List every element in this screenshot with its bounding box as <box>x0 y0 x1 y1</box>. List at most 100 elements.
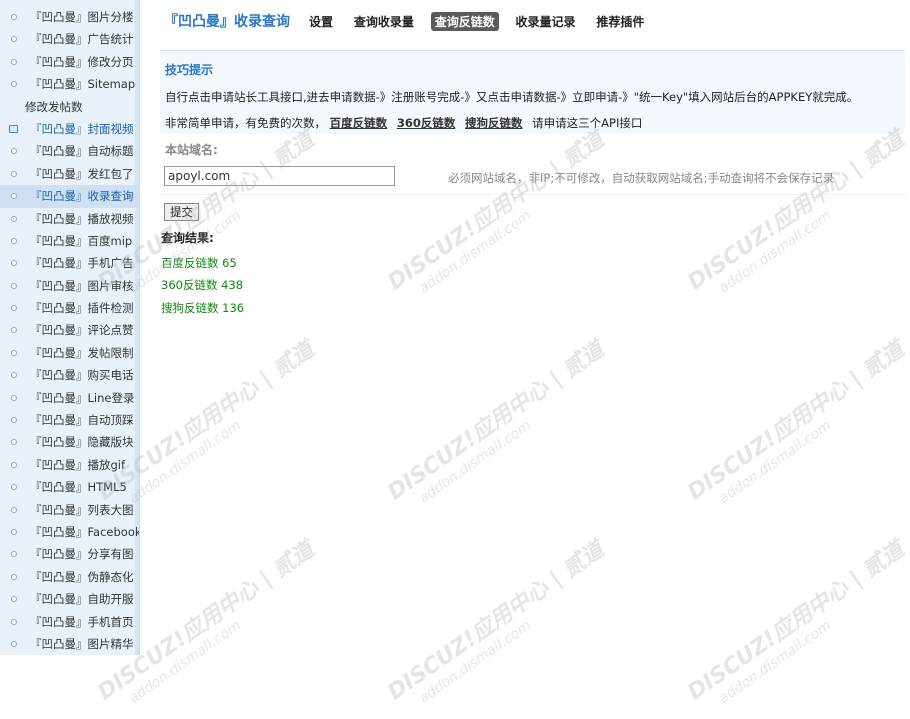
sidebar-item[interactable]: 『凹凸曼』封面视频 <box>0 118 139 140</box>
tab-settings[interactable]: 设置 <box>305 12 337 31</box>
bullet-icon <box>11 170 17 177</box>
sidebar-item[interactable]: 『凹凸曼』播放gif <box>0 454 139 476</box>
bullet-icon <box>11 260 17 267</box>
watermark-url: addon.dismall.com <box>716 417 835 507</box>
sidebar-item-label: 『凹凸曼』自动标题 <box>30 144 134 159</box>
sidebar-item[interactable]: 『凹凸曼』收录查询 <box>0 185 139 208</box>
bullet-icon <box>11 14 17 20</box>
tab-bar: 设置 查询收录量 查询反链数 收录量记录 推荐插件 <box>305 12 657 31</box>
sidebar-item[interactable]: 『凹凸曼』播放视频 <box>0 208 139 230</box>
sidebar-item-label: 『凹凸曼』手机广告 <box>30 256 134 271</box>
page-title: 『凹凸曼』收录查询 <box>164 14 290 30</box>
sidebar-item[interactable]: 『凹凸曼』Sitemap <box>0 73 139 95</box>
tab-query-backlinks[interactable]: 查询反链数 <box>430 12 499 31</box>
watermark-brand: DISCUZ!应用中心 | 贰道 <box>683 537 909 706</box>
tips-api-suffix: 请申请这三个API接口 <box>532 116 643 130</box>
tips-api-line: 非常简单申请，有免费的次数， 百度反链数 360反链数 搜狗反链数 请申请这三个… <box>165 115 642 131</box>
watermark: DISCUZ!应用中心 | 贰道 addon.dismall.com <box>680 122 910 309</box>
bullet-icon <box>11 193 17 200</box>
sidebar-item[interactable]: 『凹凸曼』评论点赞 <box>0 319 139 341</box>
sidebar-item[interactable]: 『凹凸曼』伪静态化 <box>0 566 139 588</box>
sidebar-item-label: 『凹凸曼』隐藏版块 <box>30 435 134 450</box>
sidebar-item-label: 『凹凸曼』收录查询 <box>30 189 134 204</box>
sidebar-item[interactable]: 『凹凸曼』手机首页 <box>0 611 139 633</box>
bullet-icon <box>11 327 17 334</box>
sidebar-item[interactable]: 『凹凸曼』隐藏版块 <box>0 431 139 453</box>
sidebar-item[interactable]: 『凹凸曼』Line登录 <box>0 387 139 409</box>
link-360-backlinks[interactable]: 360反链数 <box>397 116 456 130</box>
sidebar-item-label: 『凹凸曼』HTML5 <box>30 480 127 495</box>
sidebar-item-label: 『凹凸曼』广告统计 <box>30 32 134 47</box>
sidebar-item[interactable]: 『凹凸曼』手机广告 <box>0 252 139 274</box>
bullet-icon <box>11 81 17 88</box>
sidebar-item[interactable]: 『凹凸曼』图片分楼 <box>0 6 139 28</box>
sidebar-item-label: 『凹凸曼』Sitemap <box>30 77 136 92</box>
bullet-icon <box>11 349 17 356</box>
watermark-url: addon.dismall.com <box>126 617 245 707</box>
sidebar-item-label: 『凹凸曼』列表大图 <box>30 502 134 517</box>
watermark-brand: DISCUZ!应用中心 | 贰道 <box>383 537 609 706</box>
sidebar-item[interactable]: 『凹凸曼』Facebook <box>0 521 139 543</box>
sidebar-item-label: 『凹凸曼』图片审核 <box>30 278 134 293</box>
sidebar-item[interactable]: 『凹凸曼』图片精华 <box>0 633 139 655</box>
submit-button[interactable]: 提交 <box>164 203 199 221</box>
watermark: DISCUZ!应用中心 | 贰道 addon.dismall.com <box>380 332 619 519</box>
sidebar-item[interactable]: 『凹凸曼』发帖限制 <box>0 342 139 364</box>
watermark-url: addon.dismall.com <box>716 617 835 707</box>
bullet-icon <box>11 372 17 379</box>
watermark-url: addon.dismall.com <box>126 417 245 507</box>
sidebar-item[interactable]: 『凹凸曼』百度mip <box>0 230 139 252</box>
sidebar-item[interactable]: 『凹凸曼』图片审核 <box>0 275 139 297</box>
tab-index-records[interactable]: 收录量记录 <box>512 12 580 31</box>
watermark: DISCUZ!应用中心 | 贰道 addon.dismall.com <box>380 122 619 309</box>
sidebar-item[interactable]: 『凹凸曼』修改分页 <box>0 51 139 73</box>
watermark-brand: DISCUZ!应用中心 | 贰道 <box>683 127 909 296</box>
bullet-icon <box>11 394 17 401</box>
result-sogou: 搜狗反链数 136 <box>161 301 245 315</box>
sidebar-item[interactable]: 『凹凸曼』广告统计 <box>0 28 139 50</box>
sidebar-item-label: 『凹凸曼』Facebook <box>30 524 140 539</box>
sidebar-item[interactable]: 『凹凸曼』HTML5 <box>0 476 139 498</box>
bullet-icon <box>11 417 17 424</box>
result-title: 查询结果: <box>161 231 214 245</box>
bullet-icon <box>11 573 17 580</box>
domain-label: 本站域名: <box>165 143 218 157</box>
sidebar-item-label: 『凹凸曼』修改分页 <box>30 54 134 69</box>
sidebar-item[interactable]: 『凹凸曼』插件检测 <box>0 297 139 319</box>
tab-query-index[interactable]: 查询收录量 <box>350 12 418 31</box>
sidebar-item-label: 『凹凸曼』百度mip <box>30 233 133 248</box>
sidebar-item-label: 『凹凸曼』图片精华 <box>30 636 134 651</box>
sidebar-item-label: 『凹凸曼』封面视频 <box>30 121 134 136</box>
sidebar-item[interactable]: 『凹凸曼』自动标题 <box>0 140 139 162</box>
bullet-icon <box>11 305 17 312</box>
sidebar-item[interactable]: 『凹凸曼』自动顶踩 <box>0 409 139 431</box>
sidebar-item-label: 『凹凸曼』伪静态化 <box>30 569 134 584</box>
watermark-brand: DISCUZ!应用中心 | 贰道 <box>383 127 609 296</box>
sidebar-item-label: 『凹凸曼』分享有图 <box>30 547 134 562</box>
tips-api-prefix: 非常简单申请，有免费的次数， <box>165 116 326 130</box>
tips-panel: 技巧提示 自行点击申请站长工具接口,进去申请数据-》注册账号完成-》又点击申请数… <box>160 50 905 134</box>
tab-recommended-plugins[interactable]: 推荐插件 <box>592 12 648 31</box>
bullet-icon <box>11 484 17 491</box>
link-sogou-backlinks[interactable]: 搜狗反链数 <box>465 116 523 130</box>
sidebar-item[interactable]: 『凹凸曼』列表大图 <box>0 499 139 521</box>
bullet-icon <box>11 36 17 43</box>
watermark: DISCUZ!应用中心 | 贰道 addon.dismall.com <box>680 532 910 719</box>
link-baidu-backlinks[interactable]: 百度反链数 <box>330 116 388 130</box>
watermark-url: addon.dismall.com <box>416 417 535 507</box>
sidebar-item-label: 『凹凸曼』自助开服 <box>30 592 134 607</box>
sidebar-item[interactable]: 『凹凸曼』发红包了 <box>0 163 139 185</box>
sidebar-item[interactable]: 『凹凸曼』分享有图 <box>0 543 139 565</box>
sidebar-item[interactable]: 修改发帖数 <box>0 96 139 118</box>
sidebar-item-label: 『凹凸曼』播放gif <box>30 457 126 472</box>
bullet-icon <box>11 148 17 155</box>
bullet-icon <box>11 282 17 289</box>
result-baidu: 百度反链数 65 <box>161 256 237 270</box>
sidebar-item[interactable]: 『凹凸曼』自助开服 <box>0 588 139 610</box>
bullet-icon <box>11 215 17 222</box>
sidebar-item-label: 『凹凸曼』Line登录 <box>30 390 135 405</box>
domain-input[interactable] <box>164 166 395 186</box>
sidebar-item-label: 『凹凸曼』发红包了 <box>30 166 134 181</box>
sidebar-item[interactable]: 『凹凸曼』购买电话 <box>0 364 139 386</box>
sidebar: 『凹凸曼』图片分楼『凹凸曼』广告统计 『凹凸曼』修改分页 『凹凸曼』Sitemap 修… <box>0 0 140 655</box>
